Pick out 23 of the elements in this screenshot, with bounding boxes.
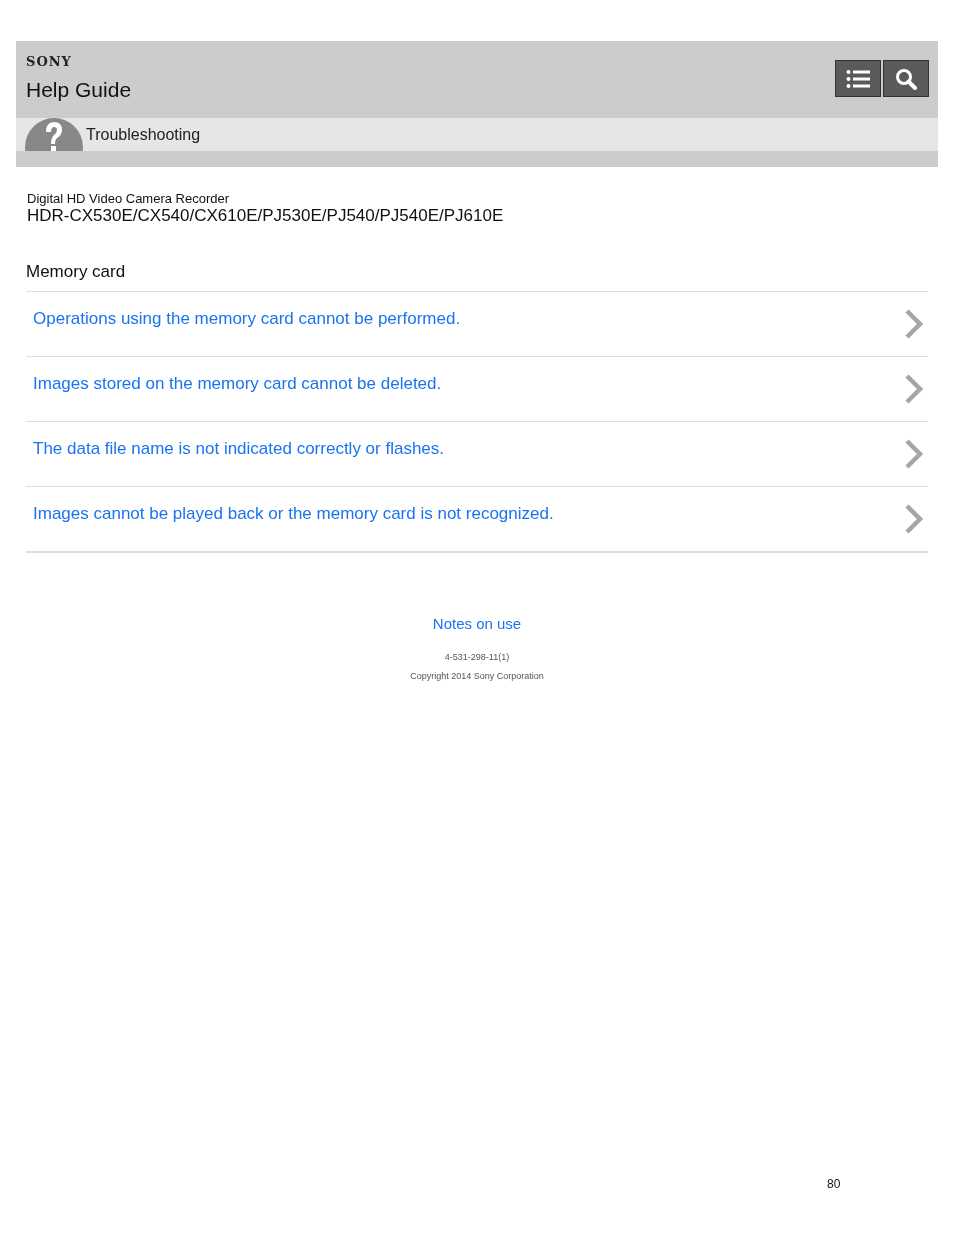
search-button[interactable] — [883, 60, 929, 97]
product-models: HDR-CX530E/CX540/CX610E/PJ530E/PJ540/PJ540E/PJ610E — [27, 206, 505, 226]
document-code: 4-531-298-11(1) — [444, 652, 510, 662]
topic-link[interactable]: The data file name is not indicated correctly or flashes. — [33, 439, 445, 459]
list-icon — [846, 68, 870, 89]
breadcrumb-link[interactable]: Troubleshooting — [86, 125, 201, 144]
topic-link[interactable]: Images stored on the memory card cannot be deleted. — [33, 374, 442, 394]
help-icon — [25, 118, 83, 151]
chevron-right-icon — [904, 503, 924, 535]
chevron-right-icon — [904, 373, 924, 405]
brand-logo: SONY — [26, 55, 73, 69]
notes-link[interactable]: Notes on use — [432, 615, 522, 632]
search-icon — [895, 67, 917, 90]
chevron-right-icon — [904, 308, 924, 340]
page-title: Help Guide — [26, 78, 132, 102]
page-number: 80 — [827, 1177, 841, 1191]
product-category: Digital HD Video Camera Recorder — [27, 191, 231, 206]
menu-button[interactable] — [835, 60, 881, 97]
topic-link[interactable]: Images cannot be played back or the memory card is not recognized. — [33, 504, 554, 524]
section-title: Memory card — [26, 262, 127, 282]
chevron-right-icon — [904, 438, 924, 470]
topic-link[interactable]: Operations using the memory card cannot be performed. — [33, 309, 461, 329]
copyright-text: Copyright 2014 Sony Corporation — [410, 671, 544, 681]
